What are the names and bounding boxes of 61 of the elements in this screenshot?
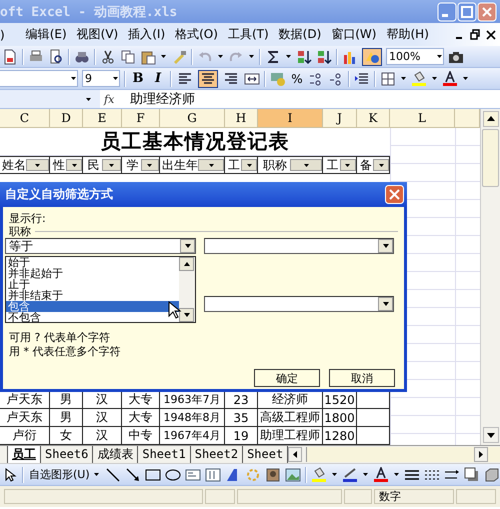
menu-item[interactable]: 视图(V) [72, 26, 124, 43]
header-cell: 民 [83, 156, 122, 174]
header-cell: 备 [357, 156, 390, 174]
table-cell: 汉 [83, 409, 122, 427]
header-cell: 姓名 [0, 156, 50, 174]
table-cell: 大专 [122, 409, 160, 427]
insert-function-button[interactable]: fx [104, 92, 118, 106]
hint-text: 用 * 代表任意多个字符 [9, 344, 120, 359]
table-cell: 男 [50, 409, 83, 427]
operator-dropdown[interactable]: 等于 [5, 238, 196, 254]
list-option[interactable]: 包含 [6, 301, 179, 312]
table-cell: 卢天东 [0, 409, 50, 427]
percent-style-button[interactable]: % [290, 70, 304, 88]
field-label: 职称 [9, 224, 31, 239]
menu-item[interactable]: 插入(I) [123, 26, 170, 43]
column-header[interactable]: L [390, 109, 455, 128]
status-mode: 数字 [374, 489, 454, 504]
table-cell: 1800 [323, 409, 357, 427]
dialog-title: 自定义自动筛选方式 [5, 186, 113, 203]
header-cell: 出生年 [160, 156, 225, 174]
column-header[interactable]: H [225, 109, 258, 128]
window-title: oft Excel - 动画教程.xls [0, 4, 178, 20]
autoshapes-menu[interactable]: 自选图形(U) [28, 466, 101, 484]
bold-button[interactable]: B [130, 70, 146, 88]
header-cell: 工 [225, 156, 258, 174]
column-header[interactable]: G [160, 109, 225, 128]
list-option[interactable]: 并非结束于 [6, 290, 179, 301]
zoom-field[interactable]: 100% [386, 48, 444, 65]
sheet-title: 员工基本情况登记表 [100, 128, 290, 155]
menu-item[interactable]: 帮助(H) [381, 26, 434, 43]
menu-item[interactable]: 编辑(E) [20, 26, 72, 43]
column-header[interactable]: J [323, 109, 357, 128]
column-header[interactable]: I [258, 109, 323, 128]
list-option[interactable]: 始于 [6, 257, 179, 268]
table-cell: 35 [225, 409, 258, 427]
sheet-tab[interactable]: 员工 [7, 446, 41, 463]
header-cell: 工 [323, 156, 357, 174]
list-option[interactable]: 并非起始于 [6, 268, 179, 279]
cancel-button[interactable]: 取消 [329, 369, 395, 387]
menu-item[interactable]: 工具(T) [222, 26, 274, 43]
table-cell: 高级工程师 [258, 409, 323, 427]
menu-item[interactable]: 数据(D) [274, 26, 326, 43]
ok-button[interactable]: 确定 [254, 369, 320, 387]
menu-item[interactable]: ) [0, 28, 21, 42]
column-header[interactable]: F [122, 109, 160, 128]
list-option[interactable]: 止于 [6, 279, 179, 290]
column-header[interactable]: D [50, 109, 83, 128]
italic-button[interactable]: I [150, 70, 166, 88]
column-header[interactable]: C [0, 109, 50, 128]
header-cell: 性 [50, 156, 83, 174]
hint-text: 可用 ? 代表单个字符 [9, 330, 110, 345]
menu-item[interactable]: 格式(O) [170, 26, 223, 43]
header-cell: 职称 [258, 156, 323, 174]
font-size-field[interactable]: 9 [82, 70, 120, 87]
formula-field[interactable]: 助理经济师 [124, 90, 195, 108]
show-rows-label: 显示行: [9, 211, 46, 224]
table-cell: 1948年8月 [160, 409, 225, 427]
menu-item[interactable]: 窗口(W) [326, 26, 382, 43]
header-cell: 学 [122, 156, 160, 174]
column-header[interactable]: E [83, 109, 122, 128]
column-header[interactable]: K [357, 109, 390, 128]
